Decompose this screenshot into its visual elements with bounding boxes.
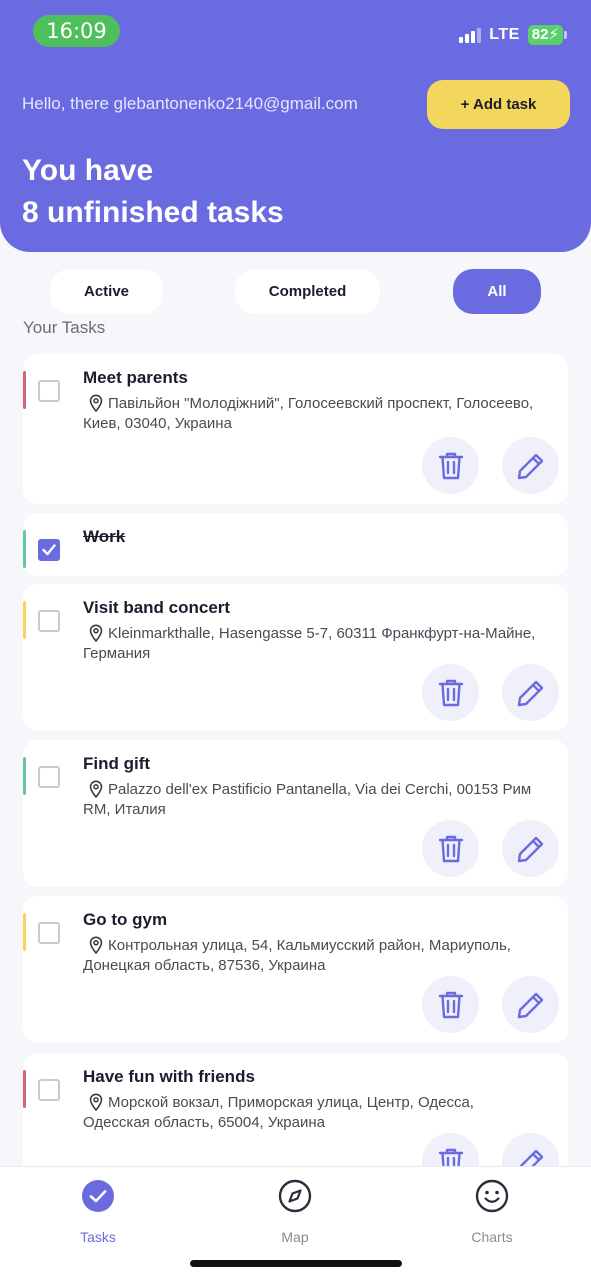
section-title: Your Tasks [23,318,106,337]
task-card[interactable]: Meet parents Павільйон "Молодіжний", Голо… [23,354,568,504]
battery-level: 82 [531,26,549,43]
task-title: Visit band concert [83,598,231,617]
status-indicators: LTE 82⚡ [459,24,567,46]
compass-icon [278,1179,312,1213]
filter-active-button[interactable]: Active [50,269,163,314]
edit-task-button[interactable] [502,976,559,1033]
task-card[interactable]: Have fun with friends Морской вокзал, При… [23,1053,568,1166]
edit-task-button[interactable] [502,1133,559,1166]
task-checkbox[interactable] [38,766,60,788]
smile-icon [475,1179,509,1213]
task-checkbox[interactable] [38,380,60,402]
task-card[interactable]: Visit band concert Kleinmarkthalle, Hasen… [23,584,568,731]
pencil-icon [517,836,543,862]
pencil-icon [517,992,543,1018]
task-checkbox[interactable] [38,610,60,632]
trash-icon [438,991,463,1018]
task-title: Go to gym [83,910,168,929]
header: 16:09 LTE 82⚡ Hello, there glebantonenko… [0,0,591,252]
nav-tasks-label: Tasks [80,1229,116,1245]
delete-task-button[interactable] [422,437,479,494]
battery-icon: 82⚡ [527,25,567,45]
priority-bar [23,1070,26,1108]
nav-charts[interactable]: Charts [432,1179,552,1245]
nav-map[interactable]: Map [235,1179,355,1245]
priority-bar [23,757,26,795]
pencil-icon [518,1149,543,1166]
priority-bar [23,601,26,639]
filter-completed-button[interactable]: Completed [235,269,380,314]
trash-icon [438,1148,463,1166]
status-time: 16:09 [33,15,120,47]
task-title: Find gift [83,754,151,773]
task-address: Морской вокзал, Приморская улица, Центр,… [83,1094,474,1131]
task-list[interactable]: Meet parents Павільйон "Молодіжний", Голо… [0,340,591,1166]
trash-icon [438,452,463,479]
task-card[interactable]: Work [23,513,568,576]
trash-icon [438,679,463,706]
nav-charts-label: Charts [471,1229,513,1245]
pencil-icon [517,453,543,479]
priority-bar [23,371,26,409]
edit-task-button[interactable] [502,437,559,494]
nav-map-label: Map [281,1229,309,1245]
task-title: Have fun with friends [83,1067,255,1086]
task-card[interactable]: Find gift Palazzo dell'ex Pastificio Pant… [23,740,568,887]
delete-task-button[interactable] [422,820,479,877]
greeting-text: Hello, there glebantonenko2140@gmail.com [22,94,358,113]
task-address: Kleinmarkthalle, Hasengasse 5-7, 60311 Ф… [83,625,536,662]
delete-task-button[interactable] [422,664,479,721]
pencil-icon [517,680,543,706]
task-title: Work [83,527,126,546]
headline-line1: You have [22,154,154,187]
task-checkbox[interactable] [38,1079,60,1101]
nav-tasks[interactable]: Tasks [38,1179,158,1245]
task-checkbox[interactable] [38,539,60,561]
check-circle-icon [82,1180,114,1212]
task-address: Контрольная улица, 54, Кальмиусский райо… [83,937,511,974]
delete-task-button[interactable] [422,1133,479,1166]
task-checkbox[interactable] [38,922,60,944]
priority-bar [23,530,26,568]
task-address: Павільйон "Молодіжний", Голосеевский про… [83,395,534,432]
task-address: Palazzo dell'ex Pastificio Pantanella, V… [83,781,532,818]
edit-task-button[interactable] [502,664,559,721]
signal-icon [459,27,482,43]
priority-bar [23,913,26,951]
task-title: Meet parents [83,368,188,387]
home-indicator [190,1260,402,1267]
page-title: You have 8 unfinished tasks [22,150,284,234]
network-label: LTE [489,26,520,43]
add-task-button[interactable]: + Add task [427,80,570,129]
delete-task-button[interactable] [422,976,479,1033]
trash-icon [438,835,463,862]
task-card[interactable]: Go to gym Контрольная улица, 54, Кальмиус… [23,896,568,1043]
filter-all-button[interactable]: All [453,269,541,314]
edit-task-button[interactable] [502,820,559,877]
headline-line2: 8 unfinished tasks [22,196,284,229]
